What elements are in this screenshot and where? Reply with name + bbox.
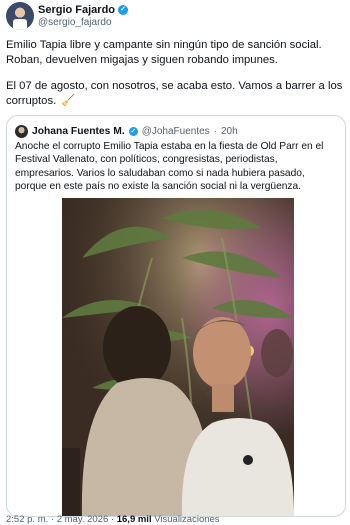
- quoted-verified-badge-icon: ✓: [128, 126, 138, 136]
- tweet-date[interactable]: 2 may. 2026: [57, 514, 109, 525]
- footer-separator-1: ·: [50, 514, 55, 525]
- footer-separator-2: ·: [110, 514, 115, 525]
- verified-badge-icon: ✓: [118, 5, 129, 15]
- quoted-tweet-photo[interactable]: [62, 198, 294, 516]
- author-name[interactable]: Sergio Fajardo: [38, 4, 115, 16]
- tweet-paragraph-2-text: El 07 de agosto, con nosotros, se acaba …: [6, 79, 343, 108]
- author-handle[interactable]: @sergio_fajardo: [38, 17, 112, 28]
- photo-scene: [62, 198, 294, 516]
- quoted-author-handle[interactable]: @JohaFuentes: [142, 126, 210, 137]
- quoted-author-avatar[interactable]: [15, 124, 28, 138]
- quoted-tweet-card[interactable]: Johana Fuentes M. ✓ @JohaFuentes · 20h A…: [6, 115, 346, 517]
- tweet-paragraph-2: El 07 de agosto, con nosotros, se acaba …: [6, 79, 344, 110]
- tweet-footer: 2:52 p. m. · 2 may. 2026 · 16,9 mil Visu…: [6, 514, 220, 525]
- tweet-body: Emilio Tapia libre y campante sin ningún…: [6, 38, 344, 120]
- author-name-row: Sergio Fajardo ✓: [38, 4, 129, 16]
- quoted-timestamp[interactable]: 20h: [221, 126, 238, 137]
- tweet-time[interactable]: 2:52 p. m.: [6, 514, 48, 525]
- author-avatar[interactable]: [6, 2, 34, 30]
- broom-emoji-icon: 🧹: [61, 95, 76, 108]
- view-count: 16,9 mil: [116, 514, 152, 525]
- quoted-tweet-header: Johana Fuentes M. ✓ @JohaFuentes · 20h: [15, 124, 335, 138]
- quoted-separator: ·: [213, 125, 217, 137]
- tweet-paragraph-1: Emilio Tapia libre y campante sin ningún…: [6, 39, 322, 67]
- views-label[interactable]: Visualizaciones: [154, 514, 219, 525]
- tweet-header: Sergio Fajardo ✓ @sergio_fajardo: [6, 2, 344, 32]
- quoted-author-name[interactable]: Johana Fuentes M.: [32, 126, 125, 137]
- quoted-tweet-text: Anoche el corrupto Emilio Tapia estaba e…: [15, 141, 324, 193]
